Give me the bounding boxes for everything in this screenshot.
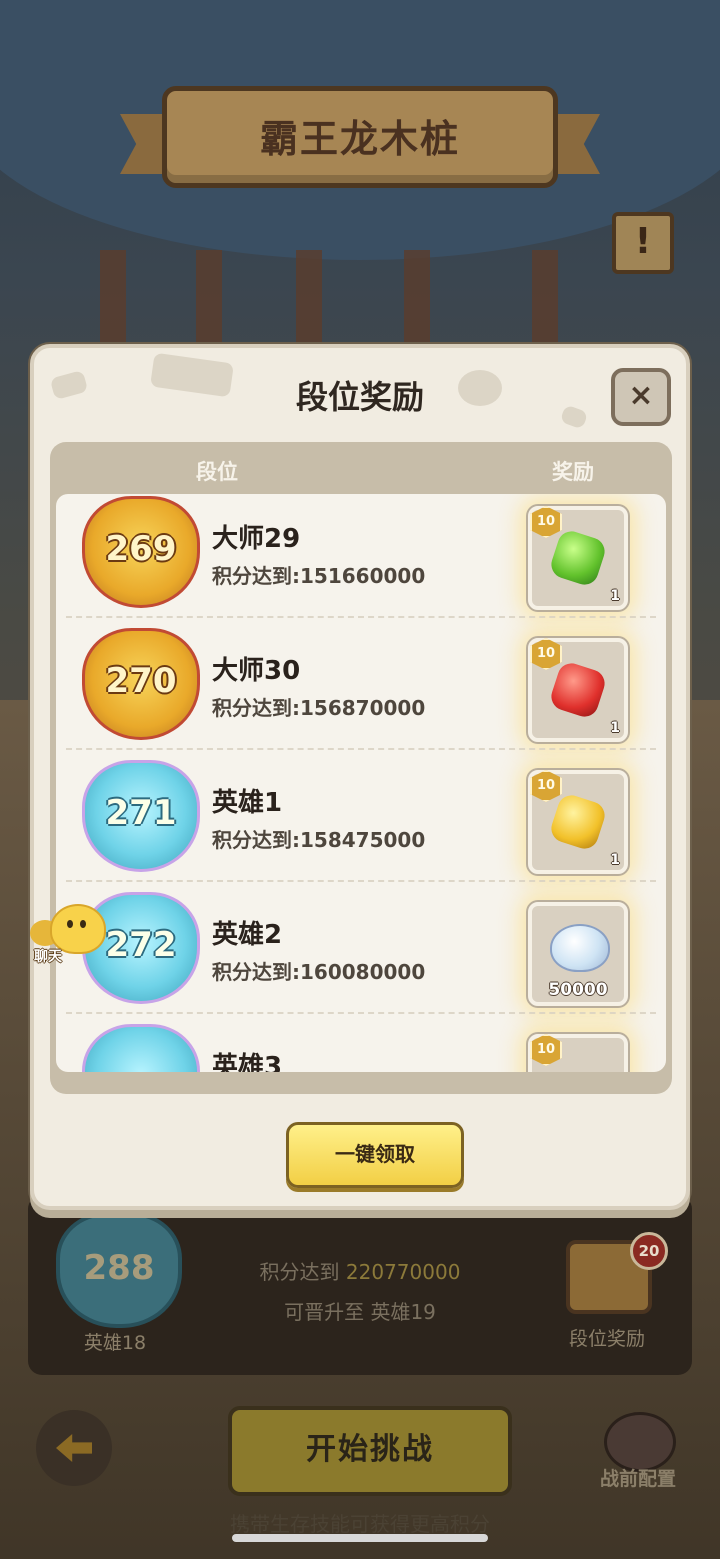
- list-item: 271 英雄1 积分达到:158475000 10 1: [56, 750, 666, 882]
- list-item: 272 英雄2 积分达到:160080000 50000: [56, 882, 666, 1014]
- rank-requirement: 积分达到:160080000: [212, 960, 426, 984]
- reward-list[interactable]: 269 大师29 积分达到:151660000 10 1 270 大师30 积分…: [56, 494, 666, 1072]
- start-challenge-button[interactable]: 开始挑战: [228, 1406, 512, 1496]
- reward-list-frame: 段位 奖励 269 大师29 积分达到:151660000 10 1 270 大…: [50, 442, 672, 1094]
- rank-name: 大师29: [212, 524, 301, 554]
- current-rank-number: 288: [83, 1248, 155, 1288]
- home-indicator[interactable]: [232, 1534, 488, 1542]
- column-header-reward: 奖励: [552, 460, 594, 484]
- reward-count: 1: [610, 588, 620, 604]
- rank-badge: 269: [82, 496, 200, 608]
- reward-slot[interactable]: 10 1: [528, 770, 628, 874]
- column-header-rank: 段位: [196, 460, 238, 484]
- red-gem-icon: [547, 659, 609, 721]
- tip-text: 携带生存技能可获得更高积分: [230, 1512, 490, 1536]
- reward-slot[interactable]: 10 1: [528, 506, 628, 610]
- reward-slot[interactable]: 50000: [528, 902, 628, 1006]
- shell-icon: [550, 924, 610, 972]
- stage-title-banner: 霸王龙木桩: [120, 80, 600, 198]
- yellow-gem-icon: [547, 791, 609, 853]
- rank-reward-label[interactable]: 段位奖励: [548, 1324, 666, 1351]
- reward-count: 50000: [548, 980, 608, 1000]
- score-target: 积分达到 220770000: [259, 1260, 461, 1284]
- back-arrow-icon: [56, 1434, 92, 1462]
- rank-name: 英雄2: [212, 920, 283, 950]
- rank-requirement: 积分达到:158475000: [212, 828, 426, 852]
- alert-icon[interactable]: !: [612, 212, 674, 274]
- rank-badge: 271: [82, 760, 200, 872]
- rank-requirement: 积分达到:151660000: [212, 564, 426, 588]
- list-item: 270 大师30 积分达到:156870000 10 1: [56, 618, 666, 750]
- rank-name: 英雄1: [212, 788, 283, 818]
- stage-title: 霸王龙木桩: [259, 117, 460, 161]
- reward-slot[interactable]: 10 1: [528, 638, 628, 742]
- level-badge: 10: [530, 1034, 562, 1066]
- promote-text: 可晋升至 英雄19: [284, 1300, 436, 1324]
- current-rank-badge: 288: [56, 1212, 182, 1328]
- score-target-value: 220770000: [345, 1260, 461, 1284]
- pre-battle-config-avatar[interactable]: [604, 1412, 676, 1472]
- list-item: 269 大师29 积分达到:151660000 10 1: [56, 494, 666, 618]
- reward-count: 1: [610, 720, 620, 736]
- pre-battle-config-label[interactable]: 战前配置: [586, 1464, 690, 1491]
- level-badge: 10: [530, 506, 562, 538]
- back-button[interactable]: [36, 1410, 112, 1486]
- claim-all-button[interactable]: 一键领取: [286, 1122, 464, 1188]
- rank-badge: [82, 1024, 200, 1072]
- chest-count-badge: 20: [630, 1232, 668, 1270]
- rank-requirement: 积分达到:156870000: [212, 696, 426, 720]
- rank-name: 大师30: [212, 656, 301, 686]
- green-gem-icon: [547, 527, 609, 589]
- chat-label: 聊天: [34, 949, 62, 965]
- level-badge: 10: [530, 638, 562, 670]
- chat-button[interactable]: 聊天: [30, 904, 106, 966]
- rank-name: 英雄3: [212, 1052, 283, 1072]
- reward-slot[interactable]: 10: [528, 1034, 628, 1072]
- current-rank-label: 英雄18: [83, 1332, 147, 1354]
- reward-count: 1: [610, 852, 620, 868]
- close-icon[interactable]: ×: [611, 368, 671, 426]
- level-badge: 10: [530, 770, 562, 802]
- rank-reward-modal: 段位奖励 × 段位 奖励 269 大师29 积分达到:151660000 10 …: [30, 344, 690, 1210]
- modal-title: 段位奖励: [295, 378, 424, 416]
- list-item: 英雄3 10: [56, 1014, 666, 1072]
- rank-badge: 270: [82, 628, 200, 740]
